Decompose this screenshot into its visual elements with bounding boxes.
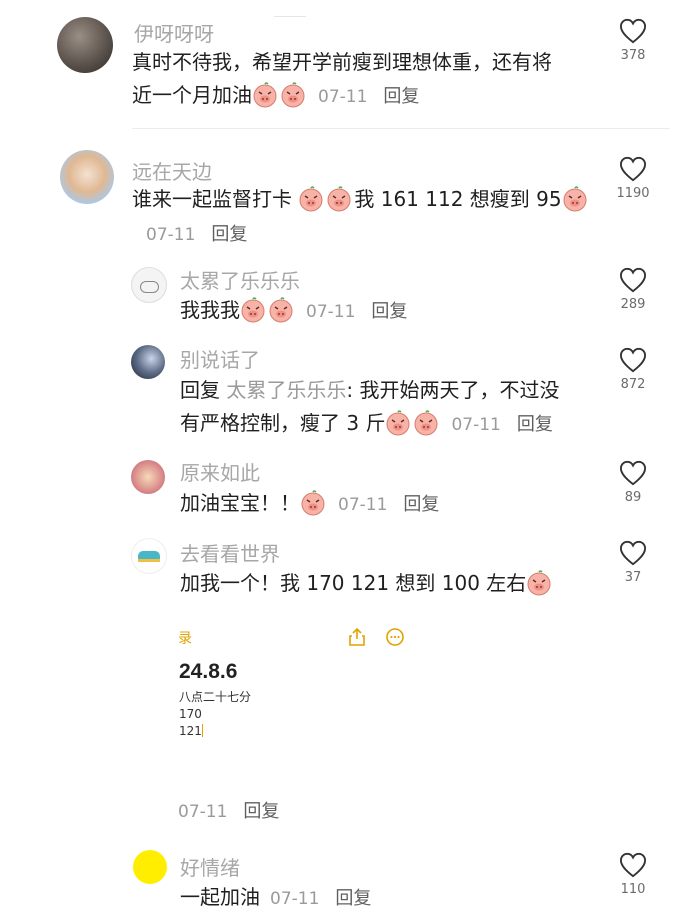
heart-outline-icon bbox=[619, 852, 647, 878]
comment-date: 07-11 bbox=[451, 415, 501, 435]
comment-meta-row: 07-11 回复 bbox=[168, 793, 279, 830]
comment-text: 加油宝宝！！ 07-11 回复 bbox=[180, 486, 439, 523]
commenter-name[interactable]: 远在天边 bbox=[132, 156, 212, 185]
like-count: 378 bbox=[620, 48, 646, 63]
like-count: 872 bbox=[620, 377, 646, 392]
heart-outline-icon bbox=[619, 267, 647, 293]
like-button[interactable]: 89 bbox=[608, 460, 658, 505]
like-button[interactable]: 1190 bbox=[608, 156, 658, 201]
text-cursor bbox=[201, 724, 203, 737]
pig-emoji bbox=[280, 82, 306, 108]
avatar[interactable] bbox=[131, 267, 167, 303]
comment-divider bbox=[132, 128, 670, 129]
like-button[interactable]: 110 bbox=[608, 852, 658, 897]
comment-meta-row: 07-11 回复 bbox=[136, 216, 247, 253]
pig-emoji bbox=[385, 410, 411, 436]
reply-button[interactable]: 回复 bbox=[243, 801, 279, 822]
comment-text: 一起加油 07-11 回复 bbox=[180, 880, 371, 917]
note-line-3: 121 bbox=[179, 724, 203, 738]
heart-outline-icon bbox=[619, 540, 647, 566]
comment-text-a: 谁来一起监督打卡 bbox=[132, 187, 292, 211]
heart-outline-icon bbox=[619, 18, 647, 44]
pig-emoji bbox=[298, 186, 324, 212]
commenter-name[interactable]: 别说话了 bbox=[180, 344, 260, 373]
note-line-3-text: 121 bbox=[179, 724, 202, 738]
comment-text-2: 有严格控制，瘦了 3 斤 07-11 回复 bbox=[180, 406, 553, 443]
like-button[interactable]: 37 bbox=[608, 540, 658, 585]
commenter-name[interactable]: 去看看世界 bbox=[180, 538, 280, 567]
reply-prefix: 回复 bbox=[180, 378, 220, 402]
reply-button[interactable]: 回复 bbox=[371, 301, 407, 322]
reply-text-line2: 有严格控制，瘦了 3 斤 bbox=[180, 411, 386, 435]
avatar[interactable] bbox=[57, 17, 113, 73]
comment-date: 07-11 bbox=[178, 802, 228, 822]
heart-outline-icon bbox=[619, 156, 647, 182]
avatar[interactable] bbox=[131, 538, 167, 574]
share-icon bbox=[349, 627, 365, 646]
avatar[interactable] bbox=[131, 345, 165, 379]
like-count: 289 bbox=[620, 297, 646, 312]
pig-emoji bbox=[562, 186, 588, 212]
heart-outline-icon bbox=[619, 460, 647, 486]
heart-outline-icon bbox=[619, 347, 647, 373]
comment-date: 07-11 bbox=[338, 495, 388, 515]
pig-emoji bbox=[252, 82, 278, 108]
like-count: 1190 bbox=[616, 186, 650, 201]
pig-emoji bbox=[268, 297, 294, 323]
comment-text: 谁来一起监督打卡 我 161 112 想瘦到 95 bbox=[132, 182, 590, 217]
commenter-name[interactable]: 伊呀呀呀 bbox=[134, 18, 214, 47]
comment-date: 07-11 bbox=[270, 889, 320, 909]
like-button[interactable]: 378 bbox=[608, 18, 658, 63]
reply-button[interactable]: 回复 bbox=[335, 888, 371, 909]
pig-emoji bbox=[240, 297, 266, 323]
pig-emoji bbox=[526, 570, 552, 596]
like-button[interactable]: 289 bbox=[608, 267, 658, 312]
reply-text: 我我我 bbox=[180, 298, 240, 322]
reply-button[interactable]: 回复 bbox=[403, 494, 439, 515]
pig-emoji bbox=[326, 186, 352, 212]
pig-emoji bbox=[300, 490, 326, 516]
commenter-name[interactable]: 好情绪 bbox=[180, 852, 240, 881]
commenter-name[interactable]: 太累了乐乐乐 bbox=[180, 265, 300, 294]
reply-button[interactable]: 回复 bbox=[383, 86, 419, 107]
mention-link[interactable]: 太累了乐乐乐 bbox=[226, 378, 346, 402]
pig-emoji bbox=[413, 410, 439, 436]
note-line-1: 八点二十七分 bbox=[179, 690, 252, 704]
comment-date: 07-11 bbox=[146, 225, 196, 245]
comment-text: 我我我 07-11 回复 bbox=[180, 293, 407, 330]
avatar[interactable] bbox=[60, 150, 114, 204]
comment-text-2: 近一个月加油 07-11 回复 bbox=[132, 78, 419, 115]
comment-text-b: 我 161 112 想瘦到 95 bbox=[354, 187, 562, 211]
comment-text: 加我一个！我 170 121 想到 100 左右 bbox=[180, 566, 554, 601]
note-toolbar-label: 录 bbox=[178, 631, 192, 647]
reply-text-line1: : 我开始两天了，不过没 bbox=[346, 378, 560, 402]
avatar[interactable] bbox=[133, 850, 167, 884]
commenter-name[interactable]: 原来如此 bbox=[180, 457, 260, 486]
reply-button[interactable]: 回复 bbox=[211, 224, 247, 245]
like-count: 37 bbox=[624, 570, 642, 585]
like-count: 89 bbox=[624, 490, 642, 505]
comment-text-line2: 近一个月加油 bbox=[132, 83, 252, 107]
like-count: 110 bbox=[620, 882, 646, 897]
attached-note-image[interactable]: 录 24.8.6 八点二十七分 170 121 bbox=[176, 618, 412, 778]
reply-text: 加油宝宝！！ bbox=[180, 491, 300, 515]
avatar[interactable] bbox=[131, 460, 165, 494]
note-title: 24.8.6 bbox=[179, 660, 238, 683]
comment-date: 07-11 bbox=[306, 302, 356, 322]
note-line-2: 170 bbox=[179, 707, 202, 721]
reply-text: 加我一个！我 170 121 想到 100 左右 bbox=[180, 571, 527, 595]
more-circle-icon bbox=[386, 628, 404, 646]
comment-date: 07-11 bbox=[318, 87, 368, 107]
comment-text: 真时不待我，希望开学前瘦到理想体重，还有将 bbox=[132, 45, 552, 80]
top-handle bbox=[274, 16, 306, 17]
comment-text: 回复 太累了乐乐乐: 我开始两天了，不过没 bbox=[180, 373, 559, 408]
comment-text-line1: 真时不待我，希望开学前瘦到理想体重，还有将 bbox=[132, 50, 552, 74]
comment-text-body: 一起加油 bbox=[180, 885, 260, 909]
reply-button[interactable]: 回复 bbox=[517, 414, 553, 435]
like-button[interactable]: 872 bbox=[608, 347, 658, 392]
